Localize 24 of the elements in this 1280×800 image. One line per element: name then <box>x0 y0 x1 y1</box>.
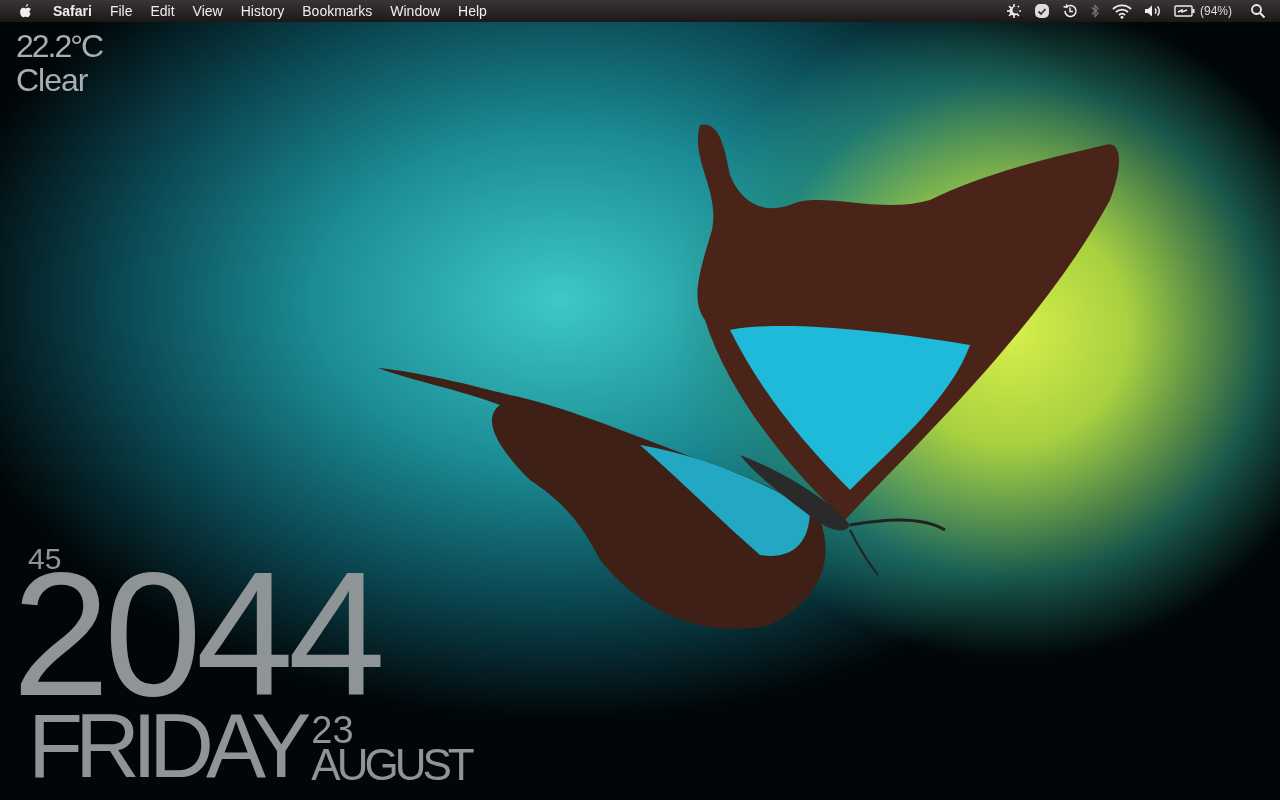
month-label: AUGUST <box>311 746 471 782</box>
menu-item[interactable]: Window <box>390 3 441 19</box>
menu-item[interactable]: Edit <box>150 3 175 19</box>
menu-item[interactable]: History <box>240 3 285 19</box>
battery-charging-icon <box>1174 4 1196 18</box>
battery-percentage: (94%) <box>1200 4 1232 18</box>
wifi-icon[interactable] <box>1112 3 1132 19</box>
checkmark-badge-icon[interactable] <box>1034 3 1050 19</box>
clock-history-icon[interactable] <box>1062 3 1078 19</box>
menu-item[interactable]: Help <box>458 3 487 19</box>
day-number: 23 <box>311 712 354 747</box>
brightness-moon-icon[interactable] <box>1006 3 1022 19</box>
bluetooth-icon[interactable] <box>1090 3 1100 19</box>
app-menu[interactable]: Safari <box>53 3 92 19</box>
search-icon[interactable] <box>1250 3 1266 19</box>
battery-status[interactable]: (94%) <box>1174 4 1232 18</box>
apple-logo-icon[interactable] <box>18 3 33 19</box>
menu-item[interactable]: Bookmarks <box>302 3 373 19</box>
weekday-label: FRIDAY <box>28 710 304 782</box>
volume-icon[interactable] <box>1144 3 1162 19</box>
weather-condition: Clear <box>16 64 88 96</box>
menu-item[interactable]: View <box>192 3 223 19</box>
temperature-reading: 22.2°C <box>16 30 103 62</box>
menu-item[interactable]: File <box>109 3 133 19</box>
